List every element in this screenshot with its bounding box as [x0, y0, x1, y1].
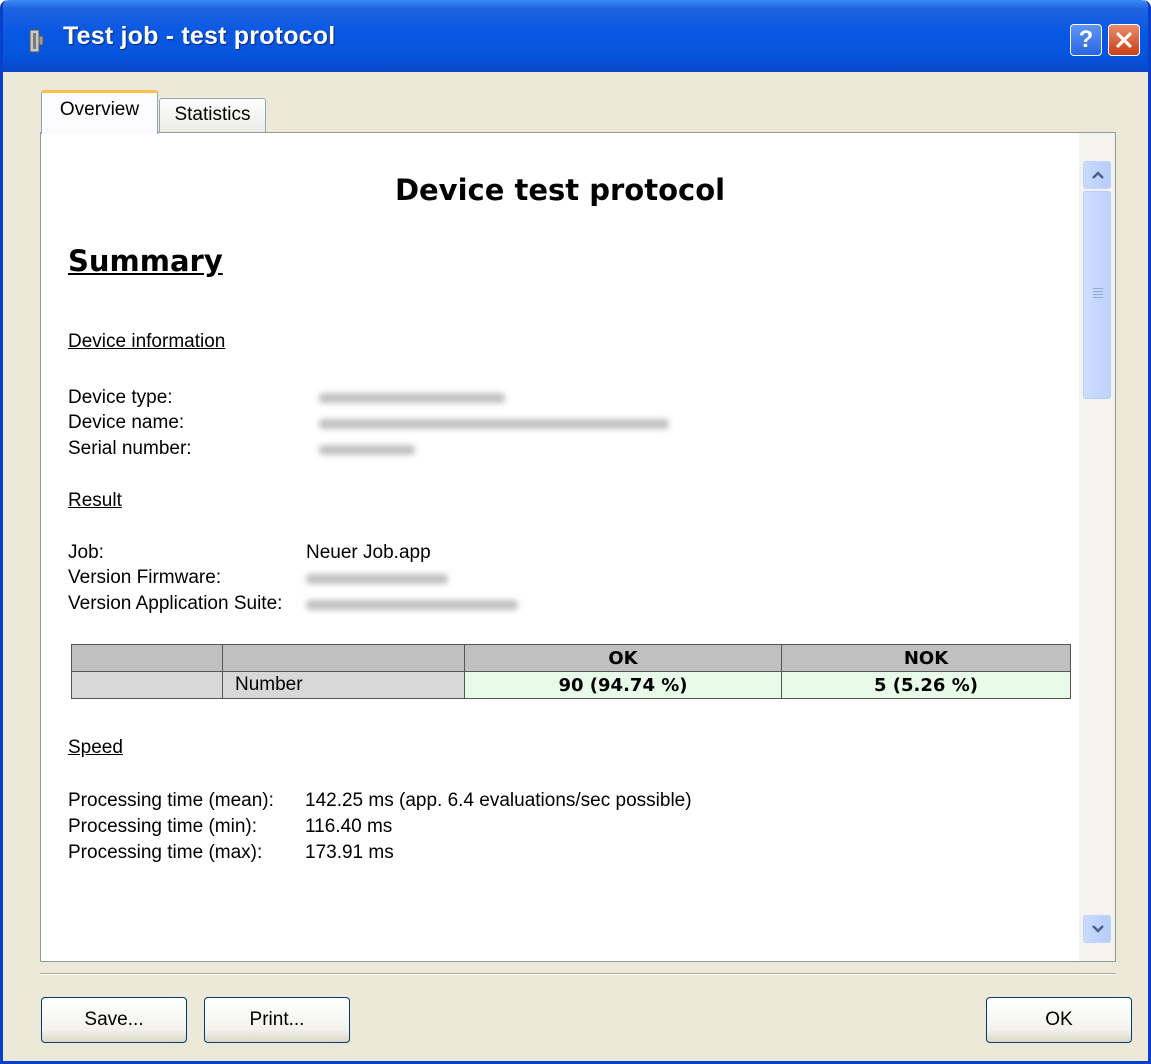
grip-line — [1093, 294, 1103, 295]
suite-value-redacted — [306, 600, 518, 610]
max-time-label: Processing time (max): — [68, 842, 263, 863]
document-title: Device test protocol — [394, 173, 726, 207]
result-heading: Result — [68, 490, 122, 511]
scroll-up-button[interactable] — [1083, 161, 1111, 189]
print-button[interactable]: Print... — [204, 997, 350, 1043]
help-icon: ? — [1078, 26, 1094, 53]
mean-time-label: Processing time (mean): — [68, 790, 274, 811]
job-label: Job: — [68, 542, 104, 563]
job-value: Neuer Job.app — [306, 542, 431, 563]
separator — [40, 973, 1116, 975]
save-button[interactable]: Save... — [41, 997, 187, 1043]
table-cell — [71, 671, 223, 699]
summary-heading: Summary — [68, 244, 223, 278]
close-button[interactable] — [1108, 24, 1140, 56]
tab-panel: Device test protocol Summary Device info… — [40, 132, 1116, 962]
nok-count-cell: 5 (5.26 %) — [781, 671, 1071, 699]
window-title: Test job - test protocol — [63, 22, 336, 50]
close-icon — [1116, 32, 1132, 48]
grip-line — [1093, 288, 1103, 289]
firmware-value-redacted — [306, 574, 448, 584]
device-name-label: Device name: — [68, 412, 185, 433]
scroll-thumb[interactable] — [1083, 191, 1111, 399]
firmware-label: Version Firmware: — [68, 567, 222, 588]
device-name-value-redacted — [319, 419, 669, 429]
table-header-row: OK NOK — [71, 644, 1071, 672]
dialog-window: Test job - test protocol ? Overview Stat… — [0, 0, 1151, 1064]
tab-statistics[interactable]: Statistics — [159, 98, 266, 132]
serial-number-label: Serial number: — [68, 438, 192, 459]
device-type-label: Device type: — [68, 387, 173, 408]
mean-time-value: 142.25 ms (app. 6.4 evaluations/sec poss… — [305, 790, 692, 811]
serial-number-value-redacted — [319, 445, 415, 455]
scroll-down-button[interactable] — [1083, 915, 1111, 943]
vertical-scrollbar[interactable] — [1079, 133, 1115, 961]
speed-heading: Speed — [68, 737, 123, 758]
device-type-value-redacted — [319, 393, 505, 403]
ok-count-cell: 90 (94.74 %) — [464, 671, 782, 699]
grip-line — [1093, 291, 1103, 292]
chevron-up-icon — [1092, 171, 1104, 179]
nok-header: NOK — [781, 644, 1071, 672]
grip-line — [1093, 297, 1103, 298]
protocol-document: Device test protocol Summary Device info… — [41, 133, 1079, 961]
min-time-label: Processing time (min): — [68, 816, 257, 837]
ok-header: OK — [464, 644, 782, 672]
app-icon — [29, 29, 44, 53]
min-time-value: 116.40 ms — [305, 816, 393, 837]
max-time-value: 173.91 ms — [305, 842, 394, 863]
table-header-cell — [71, 644, 223, 672]
chevron-down-icon — [1092, 925, 1104, 933]
title-bar[interactable]: Test job - test protocol ? — [3, 0, 1148, 72]
ok-button[interactable]: OK — [986, 997, 1132, 1043]
results-table: OK NOK Number 90 (94.74 %) 5 (5.26 %) — [71, 644, 1071, 699]
help-button[interactable]: ? — [1070, 24, 1102, 56]
suite-label: Version Application Suite: — [68, 593, 283, 614]
number-row-label: Number — [222, 671, 465, 699]
device-information-heading: Device information — [68, 331, 226, 352]
table-header-cell — [222, 644, 465, 672]
tab-overview[interactable]: Overview — [41, 90, 158, 134]
table-row: Number 90 (94.74 %) 5 (5.26 %) — [71, 671, 1071, 699]
